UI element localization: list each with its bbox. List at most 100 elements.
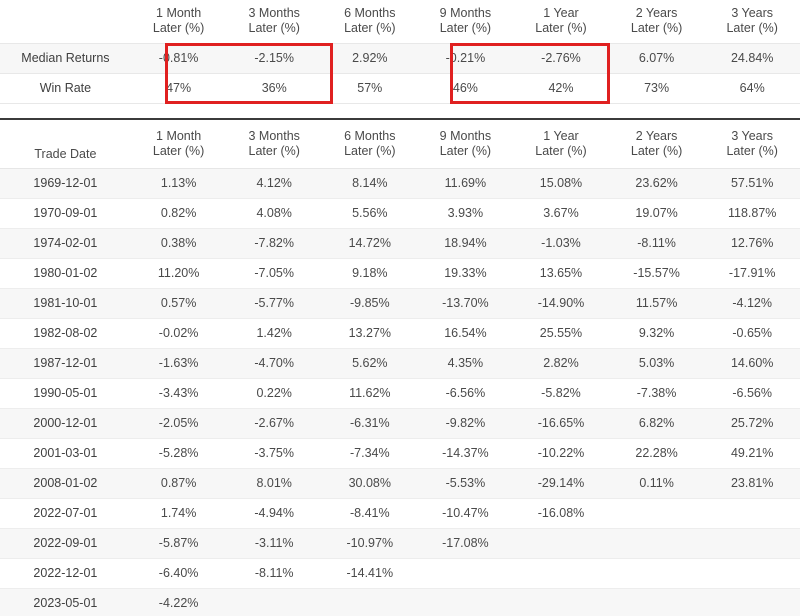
detail-cell-1year: 3.67% — [513, 198, 609, 229]
detail-cell-2years: 6.82% — [608, 408, 705, 439]
table-row: 1987-12-01 -1.63% -4.70% 5.62% 4.35% 2.82% 5.0… — [0, 348, 800, 379]
detail-cell-9months: -6.56% — [417, 378, 514, 409]
detail-cell-6months: 14.72% — [322, 228, 418, 259]
detail-cell-1year: -16.65% — [513, 408, 609, 439]
summary-median-6months: 2.92% — [322, 42, 418, 74]
summary-winrate-3years: 64% — [704, 73, 800, 104]
detail-cell-6months — [322, 588, 418, 616]
detail-col-7-line2: Later (%) — [726, 143, 778, 158]
summary-row-win-rate: Win Rate 47% 36% 57% 46% 42% 73% 64% — [0, 73, 800, 104]
detail-cell-3months: -3.11% — [226, 528, 322, 559]
table-row: 2001-03-01 -5.28% -3.75% -7.34% -14.37% -10.2… — [0, 438, 800, 469]
detail-cell-9months: -10.47% — [417, 498, 514, 529]
detail-cell-3years: 118.87% — [704, 198, 800, 229]
detail-cell-9months: 3.93% — [417, 198, 514, 229]
table-row: 2008-01-02 0.87% 8.01% 30.08% -5.53% -29.14% 0… — [0, 468, 800, 499]
detail-cell-3years: 49.21% — [704, 438, 800, 469]
detail-cell-9months: 19.33% — [417, 258, 514, 289]
detail-cell-6months: -6.31% — [322, 408, 418, 439]
summary-median-3years: 24.84% — [704, 42, 800, 74]
detail-cell-1month: -4.22% — [130, 588, 227, 616]
detail-cell-6months: 8.14% — [322, 168, 418, 199]
detail-cell-3years — [704, 558, 800, 589]
detail-col-4-line1: 9 Months — [439, 128, 492, 143]
detail-cell-trade-date: 1970-09-01 — [0, 198, 131, 229]
detail-cell-trade-date: 1987-12-01 — [0, 348, 131, 379]
detail-cell-1month: 11.20% — [130, 258, 227, 289]
detail-cell-1month: -3.43% — [130, 378, 227, 409]
detail-cell-1month: -2.05% — [130, 408, 227, 439]
summary-winrate-9months: 46% — [417, 73, 514, 104]
detail-cell-trade-date: 2023-05-01 — [0, 588, 131, 616]
detail-cell-1month: 0.57% — [130, 288, 227, 319]
summary-col-header-3years: 3 Years Later (%) — [704, 0, 800, 43]
detail-cell-9months: 16.54% — [417, 318, 514, 349]
detail-cell-3months: -4.70% — [226, 348, 322, 379]
table-row: 2022-12-01 -6.40% -8.11% -14.41% — [0, 558, 800, 589]
detail-cell-6months: 9.18% — [322, 258, 418, 289]
detail-cell-3months: -7.82% — [226, 228, 322, 259]
detail-table-container: Trade Date 1 Month Later (%) 3 Months La… — [0, 120, 800, 616]
detail-cell-trade-date: 2022-09-01 — [0, 528, 131, 559]
detail-cell-trade-date: 2001-03-01 — [0, 438, 131, 469]
detail-cell-3years: 57.51% — [704, 168, 800, 199]
table-row: 1974-02-01 0.38% -7.82% 14.72% 18.94% -1.03% -… — [0, 228, 800, 259]
detail-cell-1year: -16.08% — [513, 498, 609, 529]
detail-cell-3years: -17.91% — [704, 258, 800, 289]
detail-cell-6months: -14.41% — [322, 558, 418, 589]
detail-cell-2years: 22.28% — [608, 438, 705, 469]
detail-cell-3years: -4.12% — [704, 288, 800, 319]
summary-col-4-line2: Later (%) — [439, 21, 492, 36]
table-row: 2023-05-01 -4.22% — [0, 588, 800, 616]
table-row: 1990-05-01 -3.43% 0.22% 11.62% -6.56% -5.82% -… — [0, 378, 800, 409]
returns-analysis-page: 1 Month Later (%) 3 Months Later (%) 6 M… — [0, 0, 800, 616]
detail-col-header-9months: 9 Months Later (%) — [417, 120, 514, 169]
detail-col-header-1year: 1 Year Later (%) — [513, 120, 609, 169]
detail-col-6-line2: Later (%) — [630, 143, 683, 158]
detail-cell-1year: -5.82% — [513, 378, 609, 409]
detail-cell-3months: 0.22% — [226, 378, 322, 409]
summary-header-row: 1 Month Later (%) 3 Months Later (%) 6 M… — [0, 0, 800, 43]
detail-col-header-1month: 1 Month Later (%) — [130, 120, 227, 169]
summary-col-header-3months: 3 Months Later (%) — [226, 0, 322, 43]
detail-cell-1year — [513, 558, 609, 589]
detail-cell-trade-date: 1969-12-01 — [0, 168, 131, 199]
detail-cell-trade-date: 1974-02-01 — [0, 228, 131, 259]
detail-col-4-line2: Later (%) — [439, 143, 492, 158]
detail-col-1-line1: 1 Month — [156, 128, 202, 143]
detail-cell-1year: 25.55% — [513, 318, 609, 349]
detail-col-header-3years: 3 Years Later (%) — [704, 120, 800, 169]
detail-cell-2years: 9.32% — [608, 318, 705, 349]
summary-col-6-line2: Later (%) — [630, 21, 683, 36]
detail-cell-trade-date: 2022-07-01 — [0, 498, 131, 529]
summary-col-7-line2: Later (%) — [726, 21, 778, 36]
detail-cell-1month: 1.13% — [130, 168, 227, 199]
detail-cell-9months: -5.53% — [417, 468, 514, 499]
detail-cell-2years: -15.57% — [608, 258, 705, 289]
detail-cell-2years — [608, 528, 705, 559]
summary-col-header-6months: 6 Months Later (%) — [322, 0, 418, 43]
detail-cell-1month: 0.38% — [130, 228, 227, 259]
detail-cell-2years: 11.57% — [608, 288, 705, 319]
summary-col-header-1month: 1 Month Later (%) — [131, 0, 227, 43]
detail-header-row: Trade Date 1 Month Later (%) 3 Months La… — [0, 120, 800, 169]
summary-col-header-1year: 1 Year Later (%) — [513, 0, 609, 43]
summary-median-2years: 6.07% — [608, 42, 705, 74]
detail-cell-3months — [226, 588, 322, 616]
detail-cell-6months: -7.34% — [322, 438, 418, 469]
detail-cell-trade-date: 2000-12-01 — [0, 408, 131, 439]
summary-row-label-median: Median Returns — [0, 42, 131, 74]
detail-cell-1year: -14.90% — [513, 288, 609, 319]
detail-col-header-3months: 3 Months Later (%) — [226, 120, 322, 169]
summary-median-1year: -2.76% — [513, 42, 609, 74]
detail-cell-1month: -1.63% — [130, 348, 227, 379]
detail-col-6-line1: 2 Years — [635, 128, 678, 143]
detail-cell-6months: 30.08% — [322, 468, 418, 499]
summary-col-5-line2: Later (%) — [535, 21, 587, 36]
trade-date-returns-table: Trade Date 1 Month Later (%) 3 Months La… — [0, 120, 800, 616]
detail-cell-1year: -29.14% — [513, 468, 609, 499]
summary-col-3-line1: 6 Months — [344, 6, 396, 21]
detail-cell-2years: 19.07% — [608, 198, 705, 229]
summary-table-body: Median Returns -0.81% -2.15% 2.92% -0.21… — [0, 42, 800, 104]
table-row: 1980-01-02 11.20% -7.05% 9.18% 19.33% 13.65% -… — [0, 258, 800, 289]
